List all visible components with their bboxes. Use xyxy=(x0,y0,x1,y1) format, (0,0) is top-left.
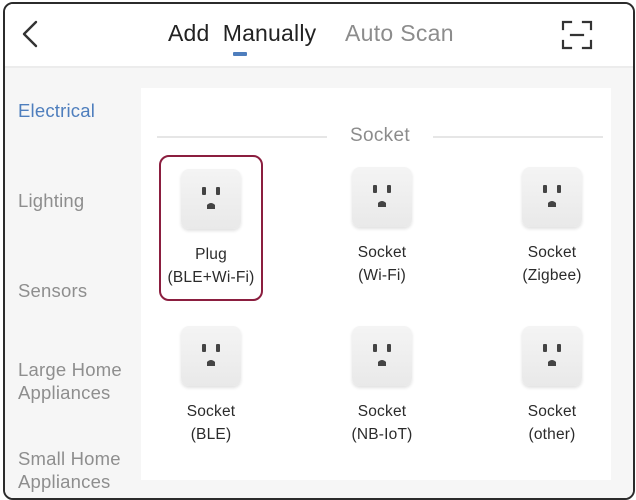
device-name: Socket xyxy=(527,403,577,420)
device-label: Socket (Zigbee) xyxy=(500,241,604,287)
device-card-socket-zigbee[interactable]: Socket (Zigbee) xyxy=(500,155,604,301)
device-card-socket-nb-iot[interactable]: Socket (NB-IoT) xyxy=(330,314,434,460)
device-label: Socket (NB-IoT) xyxy=(330,400,434,446)
top-bar: Add Manually Auto Scan xyxy=(5,4,633,66)
device-name: Socket xyxy=(527,244,577,261)
device-name: Socket xyxy=(186,403,236,420)
device-card-socket-wifi[interactable]: Socket (Wi-Fi) xyxy=(330,155,434,301)
active-tab-indicator xyxy=(233,52,247,56)
category-sidebar: Electrical Lighting Sensors Large Home A… xyxy=(5,68,137,498)
tab-add-manually[interactable]: Add Manually xyxy=(168,18,316,48)
sidebar-item-label-line1: Small Home xyxy=(18,448,121,469)
device-card-plug-ble-wifi[interactable]: Plug (BLE+Wi-Fi) xyxy=(159,155,263,301)
sidebar-item-lighting[interactable]: Lighting xyxy=(18,189,84,212)
section-title: Socket xyxy=(350,125,410,146)
scan-button[interactable] xyxy=(561,20,593,50)
device-protocol: (BLE) xyxy=(190,426,232,443)
sidebar-item-sensors[interactable]: Sensors xyxy=(18,279,87,302)
power-socket-icon xyxy=(352,167,412,227)
sidebar-item-label-line2: Appliances xyxy=(18,382,111,403)
scan-frame-icon xyxy=(561,20,593,50)
device-card-socket-other[interactable]: Socket (other) xyxy=(500,314,604,460)
sidebar-item-large-home-appliances[interactable]: Large Home Appliances xyxy=(18,358,122,404)
device-name: Socket xyxy=(357,403,407,420)
device-label: Socket (Wi-Fi) xyxy=(330,241,434,287)
device-card-socket-ble[interactable]: Socket (BLE) xyxy=(159,314,263,460)
power-socket-icon xyxy=(522,326,582,386)
sidebar-item-electrical[interactable]: Electrical xyxy=(18,99,95,122)
device-panel: Socket Plug (BLE+Wi-Fi) Socket (Wi-Fi) S… xyxy=(141,88,611,480)
power-socket-icon xyxy=(181,169,241,229)
back-button[interactable] xyxy=(19,18,45,50)
power-socket-icon xyxy=(352,326,412,386)
device-protocol: (other) xyxy=(528,426,576,443)
sidebar-item-label-line1: Large Home xyxy=(18,359,122,380)
device-label: Socket (other) xyxy=(500,400,604,446)
device-name: Plug xyxy=(195,246,227,263)
device-label: Plug (BLE+Wi-Fi) xyxy=(161,243,261,289)
device-protocol: (BLE+Wi-Fi) xyxy=(167,269,255,286)
sidebar-item-small-home-appliances[interactable]: Small Home Appliances xyxy=(18,447,121,493)
power-socket-icon xyxy=(181,326,241,386)
tab-auto-scan[interactable]: Auto Scan xyxy=(345,18,454,48)
sidebar-item-label-line2: Appliances xyxy=(18,471,111,492)
chevron-left-icon xyxy=(22,20,38,48)
device-protocol: (Zigbee) xyxy=(522,267,582,284)
power-socket-icon xyxy=(522,167,582,227)
device-protocol: (NB-IoT) xyxy=(351,426,413,443)
device-label: Socket (BLE) xyxy=(159,400,263,446)
app-window: Add Manually Auto Scan Electrical Lighti… xyxy=(3,2,635,500)
device-list-area: Socket Plug (BLE+Wi-Fi) Socket (Wi-Fi) S… xyxy=(137,68,633,498)
device-protocol: (Wi-Fi) xyxy=(358,267,406,284)
device-name: Socket xyxy=(357,244,407,261)
